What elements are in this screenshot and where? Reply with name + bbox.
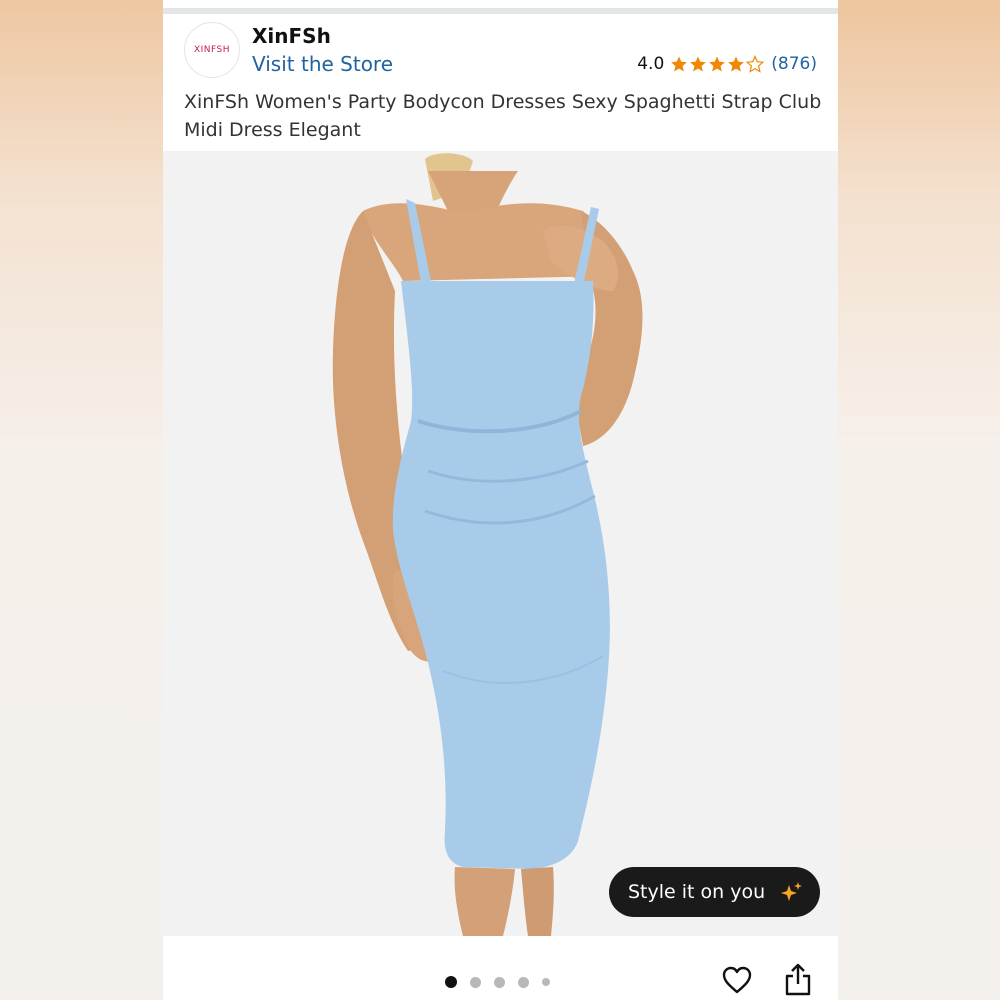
style-button-label: Style it on you	[628, 881, 766, 903]
carousel-dot[interactable]	[445, 976, 457, 988]
store-row: XINFSH XinFSh Visit the Store 4.0 (876)	[163, 14, 838, 92]
heart-icon[interactable]	[721, 964, 753, 996]
star-rating	[670, 55, 765, 73]
store-logo-text: XINFSH	[193, 45, 231, 55]
star-full-icon	[671, 56, 688, 72]
store-logo[interactable]: XINFSH	[184, 22, 240, 78]
carousel-dot[interactable]	[518, 976, 529, 988]
visit-store-link[interactable]: Visit the Store	[252, 52, 393, 76]
background-left	[0, 0, 163, 1000]
store-name: XinFSh	[252, 24, 331, 48]
rating-value: 4.0	[637, 54, 665, 74]
model-dress-illustration	[332, 153, 643, 936]
star-full-icon	[709, 56, 726, 72]
carousel-dots	[445, 976, 563, 988]
star-empty-icon	[746, 55, 765, 73]
bottom-bar	[163, 936, 838, 1000]
carousel-dot[interactable]	[494, 976, 505, 988]
background-right	[838, 0, 1000, 1000]
share-icon[interactable]	[784, 962, 812, 996]
rating-summary[interactable]: 4.0 (876)	[637, 54, 817, 74]
carousel-dot[interactable]	[542, 978, 550, 986]
product-image[interactable]: Style it on you	[163, 151, 838, 936]
star-full-icon	[690, 56, 707, 72]
rating-count: (876)	[771, 54, 817, 74]
carousel-dot[interactable]	[470, 976, 481, 988]
star-full-icon	[728, 56, 745, 72]
style-it-on-you-button[interactable]: Style it on you	[609, 867, 820, 917]
sparkle-icon	[781, 882, 803, 901]
product-title: XinFSh Women's Party Bodycon Dresses Sex…	[184, 91, 822, 141]
top-bar	[163, 0, 838, 14]
product-card: XINFSH XinFSh Visit the Store 4.0 (876) …	[163, 0, 838, 1000]
